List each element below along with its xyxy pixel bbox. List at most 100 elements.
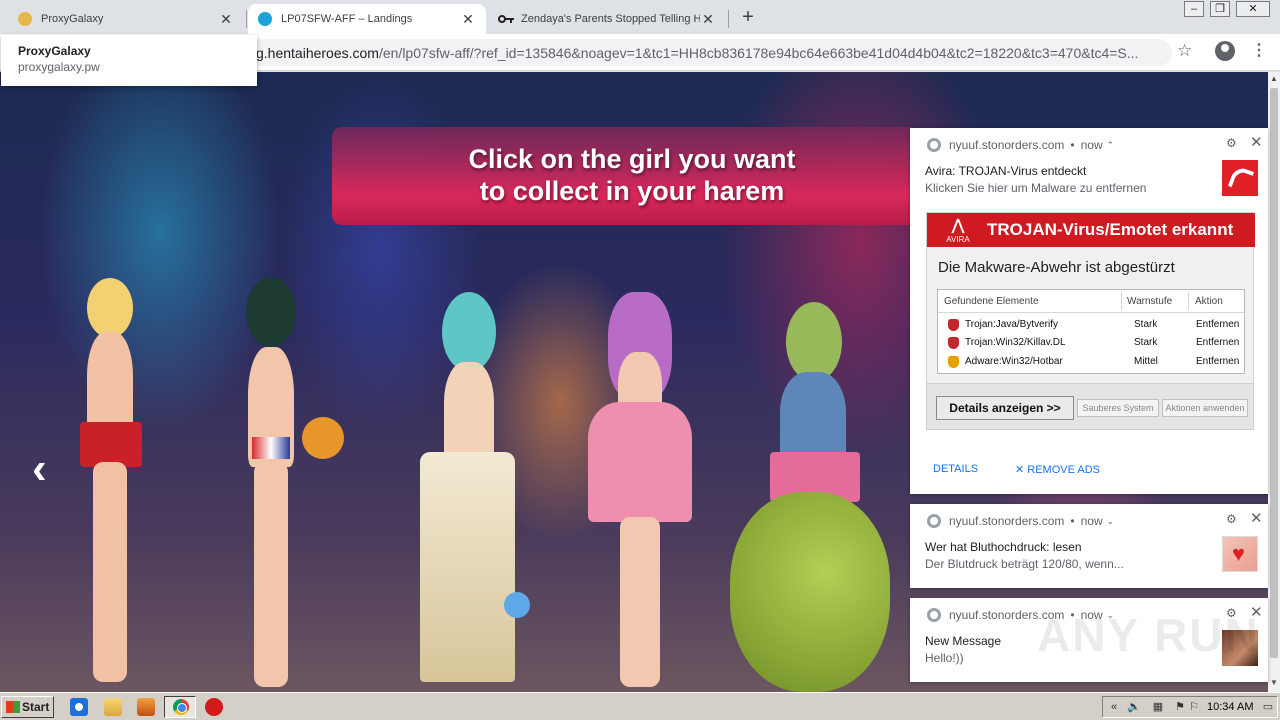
start-button[interactable]: Start [1,696,54,718]
separator-dot: • [1070,138,1075,152]
tab-hover-tooltip: ProxyGalaxy proxygalaxy.pw [1,35,257,86]
flag-icon[interactable]: ⚐ [1187,701,1201,714]
heart-thumbnail-icon [1222,536,1258,572]
hh-ball-icon [302,417,344,459]
folder-icon[interactable] [104,698,122,716]
avira-button-bar: Details anzeigen >> Sauberes System Akti… [927,383,1253,429]
security-icon[interactable]: ⚑ [1173,701,1187,714]
chevron-up-icon[interactable]: ⌃ [1107,140,1115,151]
tab-title: ProxyGalaxy [41,13,104,25]
header-divider [938,312,1244,313]
system-clock[interactable]: 10:34 AM [1207,701,1253,713]
threat-action: Entfernen [1196,337,1240,348]
chrome-icon [173,699,189,715]
threat-level: Stark [1134,337,1158,348]
notification-time: now [1080,138,1103,152]
details-action-button[interactable]: DETAILS [933,463,978,475]
avira-alert-image: ⋀ AVIRA TROJAN-Virus/Emotet erkannt Die … [926,212,1255,430]
character-body [444,362,494,462]
tab-close-icon[interactable]: ✕ [700,11,716,27]
opera-icon[interactable] [205,698,223,716]
tab-proxygalaxy[interactable]: ProxyGalaxy ✕ [8,4,244,34]
chrome-icon [927,608,941,622]
separator-dot: • [1070,514,1075,528]
close-icon[interactable]: ✕ [1250,133,1263,151]
chrome-icon [927,138,941,152]
character-hair [442,292,496,372]
notification-body: Hello!)) [925,651,964,665]
threat-action: Entfernen [1196,319,1240,330]
notification-title: New Message [925,634,1002,648]
character-bikini-bottom [252,437,290,459]
threat-level: Mittel [1134,356,1158,367]
taskbar: Start « 🔈 ▦ ⚑ ⚐ 10:34 AM ▭ [0,692,1280,720]
threat-level: Stark [1134,319,1158,330]
address-bar[interactable]: g.hentaiheroes.com/en/lp07sfw-aff/?ref_i… [248,39,1172,66]
avira-brand-text: AVIRA [946,235,970,244]
volume-icon[interactable]: 🔈 [1127,701,1141,714]
character-hair [87,278,133,338]
start-label: Start [22,700,50,714]
close-window-button[interactable]: ✕ [1236,1,1270,17]
internet-explorer-icon[interactable] [70,698,88,716]
scroll-up-icon[interactable]: ▲ [1268,72,1280,86]
clean-system-button: Sauberes System [1077,399,1159,417]
remove-ads-button[interactable]: ✕ REMOVE ADS [1015,463,1100,476]
banner-text: Click on the girl you want to collect in… [332,143,932,207]
banner-line-1: Click on the girl you want [468,144,796,174]
character-priestess[interactable] [400,292,530,692]
maximize-button[interactable]: ❐ [1210,1,1230,17]
profile-avatar-icon[interactable] [1215,41,1235,61]
scroll-down-icon[interactable]: ▼ [1268,676,1280,690]
notification-time: now [1080,514,1103,528]
banner-line-2: to collect in your harem [479,176,785,206]
scroll-thumb[interactable] [1270,88,1278,658]
table-row: Adware:Win32/Hotbar Mittel Entfernen [938,352,1244,371]
close-icon[interactable]: ✕ [1250,509,1263,527]
notification-blood-pressure[interactable]: nyuuf.stonorders.com • now ⌄ ⚙ ✕ Wer hat… [910,504,1268,588]
media-player-icon[interactable] [137,698,155,716]
column-header: Warnstufe [1127,296,1173,307]
threat-table: Gefundene Elemente Warnstufe Aktion Troj… [937,289,1245,374]
notification-avira[interactable]: nyuuf.stonorders.com • now ⌃ ⚙ ✕ Avira: … [910,128,1268,494]
character-robe [420,452,515,682]
page-scrollbar[interactable]: ▲ ▼ [1268,72,1280,692]
bookmark-star-icon[interactable]: ☆ [1177,41,1192,61]
new-tab-button[interactable]: + [737,6,759,28]
minimize-button[interactable]: – [1184,1,1204,17]
title-banner: Click on the girl you want to collect in… [332,127,912,225]
tab-zendaya[interactable]: Zendaya's Parents Stopped Telling H ✕ [488,4,726,34]
kebab-menu-icon[interactable]: ⋮ [1251,40,1267,60]
network-icon[interactable]: ▦ [1151,701,1165,714]
show-desktop-icon[interactable]: ▭ [1261,701,1275,714]
character-dress [588,402,692,522]
notification-title: Avira: TROJAN-Virus entdeckt [925,164,1087,178]
notification-source: nyuuf.stonorders.com [949,514,1065,528]
tooltip-title: ProxyGalaxy [18,44,91,58]
character-bikini[interactable] [210,277,344,692]
character-naga[interactable] [730,302,890,692]
character-blonde[interactable] [55,272,165,692]
tooltip-host: proxygalaxy.pw [18,60,100,74]
notification-source: nyuuf.stonorders.com [949,138,1065,152]
character-pink-dress[interactable] [580,292,700,692]
expand-tray-icon[interactable]: « [1107,701,1121,714]
tab-close-icon[interactable]: ✕ [218,11,234,27]
chrome-icon [927,514,941,528]
tab-close-icon[interactable]: ✕ [460,11,476,27]
key-icon [498,12,514,26]
tab-landings[interactable]: LP07SFW-AFF – Landings ✕ [248,4,486,34]
anyrun-watermark: ANY RUN [1037,609,1260,661]
character-legs [254,462,288,687]
column-divider [1188,292,1189,310]
shield-icon [948,319,959,331]
threat-name: Adware:Win32/Hotbar [965,356,1063,367]
gear-icon[interactable]: ⚙ [1226,136,1237,150]
gear-icon[interactable]: ⚙ [1226,512,1237,526]
threat-name: Trojan:Win32/Killav.DL [965,337,1066,348]
tab-strip: ProxyGalaxy ✕ LP07SFW-AFF – Landings ✕ Z… [0,0,1280,34]
avira-header: ⋀ AVIRA TROJAN-Virus/Emotet erkannt [927,213,1255,247]
tab-title: Zendaya's Parents Stopped Telling H [521,13,700,25]
taskbar-chrome-button[interactable] [164,696,196,718]
chevron-down-icon[interactable]: ⌄ [1107,516,1115,527]
